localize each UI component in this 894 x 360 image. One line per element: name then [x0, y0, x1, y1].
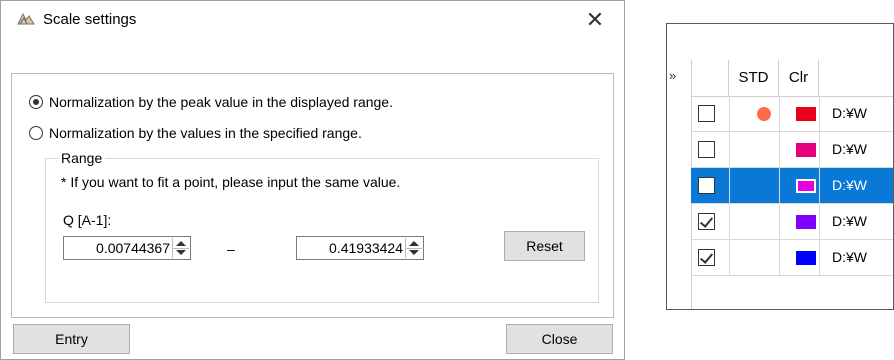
- entry-button[interactable]: Entry: [13, 324, 130, 354]
- file-list-grid: » STD Clr D:¥W D:¥W D:¥W D:¥W D:¥W: [666, 23, 894, 310]
- std-marker-icon: [757, 107, 771, 121]
- reset-button[interactable]: Reset: [504, 231, 585, 261]
- range-group-title: Range: [58, 150, 106, 166]
- table-row[interactable]: D:¥W: [691, 96, 893, 132]
- color-swatch[interactable]: [796, 179, 816, 193]
- table-row[interactable]: D:¥W: [691, 204, 893, 240]
- file-path: D:¥W: [832, 105, 867, 121]
- color-swatch[interactable]: [796, 107, 816, 121]
- q-label: Q [A-1]:: [63, 212, 112, 228]
- radio-button[interactable]: [29, 126, 43, 140]
- spin-buttons[interactable]: [405, 238, 422, 258]
- table-row[interactable]: D:¥W: [691, 132, 893, 168]
- q-max-value: 0.41933424: [329, 240, 403, 256]
- file-path: D:¥W: [832, 249, 867, 265]
- color-swatch[interactable]: [796, 143, 816, 157]
- spin-up-icon[interactable]: [409, 241, 419, 246]
- range-note: * If you want to fit a point, please inp…: [61, 174, 401, 190]
- q-max-stepper[interactable]: 0.41933424: [296, 236, 424, 260]
- grid-toolbar: [667, 24, 893, 61]
- checkbox[interactable]: [698, 177, 715, 194]
- spin-up-icon[interactable]: [176, 241, 186, 246]
- file-path: D:¥W: [832, 141, 867, 157]
- spin-down-icon[interactable]: [176, 250, 186, 255]
- q-min-value: 0.00744367: [96, 240, 170, 256]
- table-row[interactable]: D:¥W: [691, 168, 893, 204]
- header-std[interactable]: STD: [729, 60, 779, 96]
- checkbox-checked[interactable]: [698, 249, 715, 266]
- radio-peak-normalization[interactable]: Normalization by the peak value in the d…: [29, 94, 393, 110]
- dialog-title: Scale settings: [43, 11, 137, 28]
- close-button[interactable]: Close: [506, 324, 613, 354]
- collapse-icon[interactable]: »: [669, 68, 676, 83]
- spin-buttons[interactable]: [172, 238, 189, 258]
- close-icon[interactable]: ✕: [580, 5, 610, 35]
- spin-down-icon[interactable]: [409, 250, 419, 255]
- checkbox-checked[interactable]: [698, 213, 715, 230]
- checkbox[interactable]: [698, 141, 715, 158]
- radio-button-checked[interactable]: [29, 95, 43, 109]
- row-header-column: [667, 60, 692, 309]
- radio-label: Normalization by the values in the speci…: [49, 125, 362, 141]
- color-swatch[interactable]: [796, 215, 816, 229]
- color-swatch[interactable]: [796, 251, 816, 265]
- range-dash: –: [227, 241, 235, 257]
- dialog-titlebar: Scale settings ✕: [1, 1, 624, 39]
- scale-app-icon: [17, 12, 35, 25]
- header-check-column[interactable]: [691, 60, 729, 96]
- radio-range-normalization[interactable]: Normalization by the values in the speci…: [29, 125, 362, 141]
- radio-label: Normalization by the peak value in the d…: [49, 94, 393, 110]
- q-min-stepper[interactable]: 0.00744367: [63, 236, 191, 260]
- table-row[interactable]: D:¥W: [691, 240, 893, 276]
- file-path: D:¥W: [832, 177, 867, 193]
- header-clr[interactable]: Clr: [779, 60, 819, 96]
- file-path: D:¥W: [832, 213, 867, 229]
- scale-settings-dialog: Scale settings ✕ Normalization by the pe…: [0, 0, 625, 360]
- checkbox[interactable]: [698, 105, 715, 122]
